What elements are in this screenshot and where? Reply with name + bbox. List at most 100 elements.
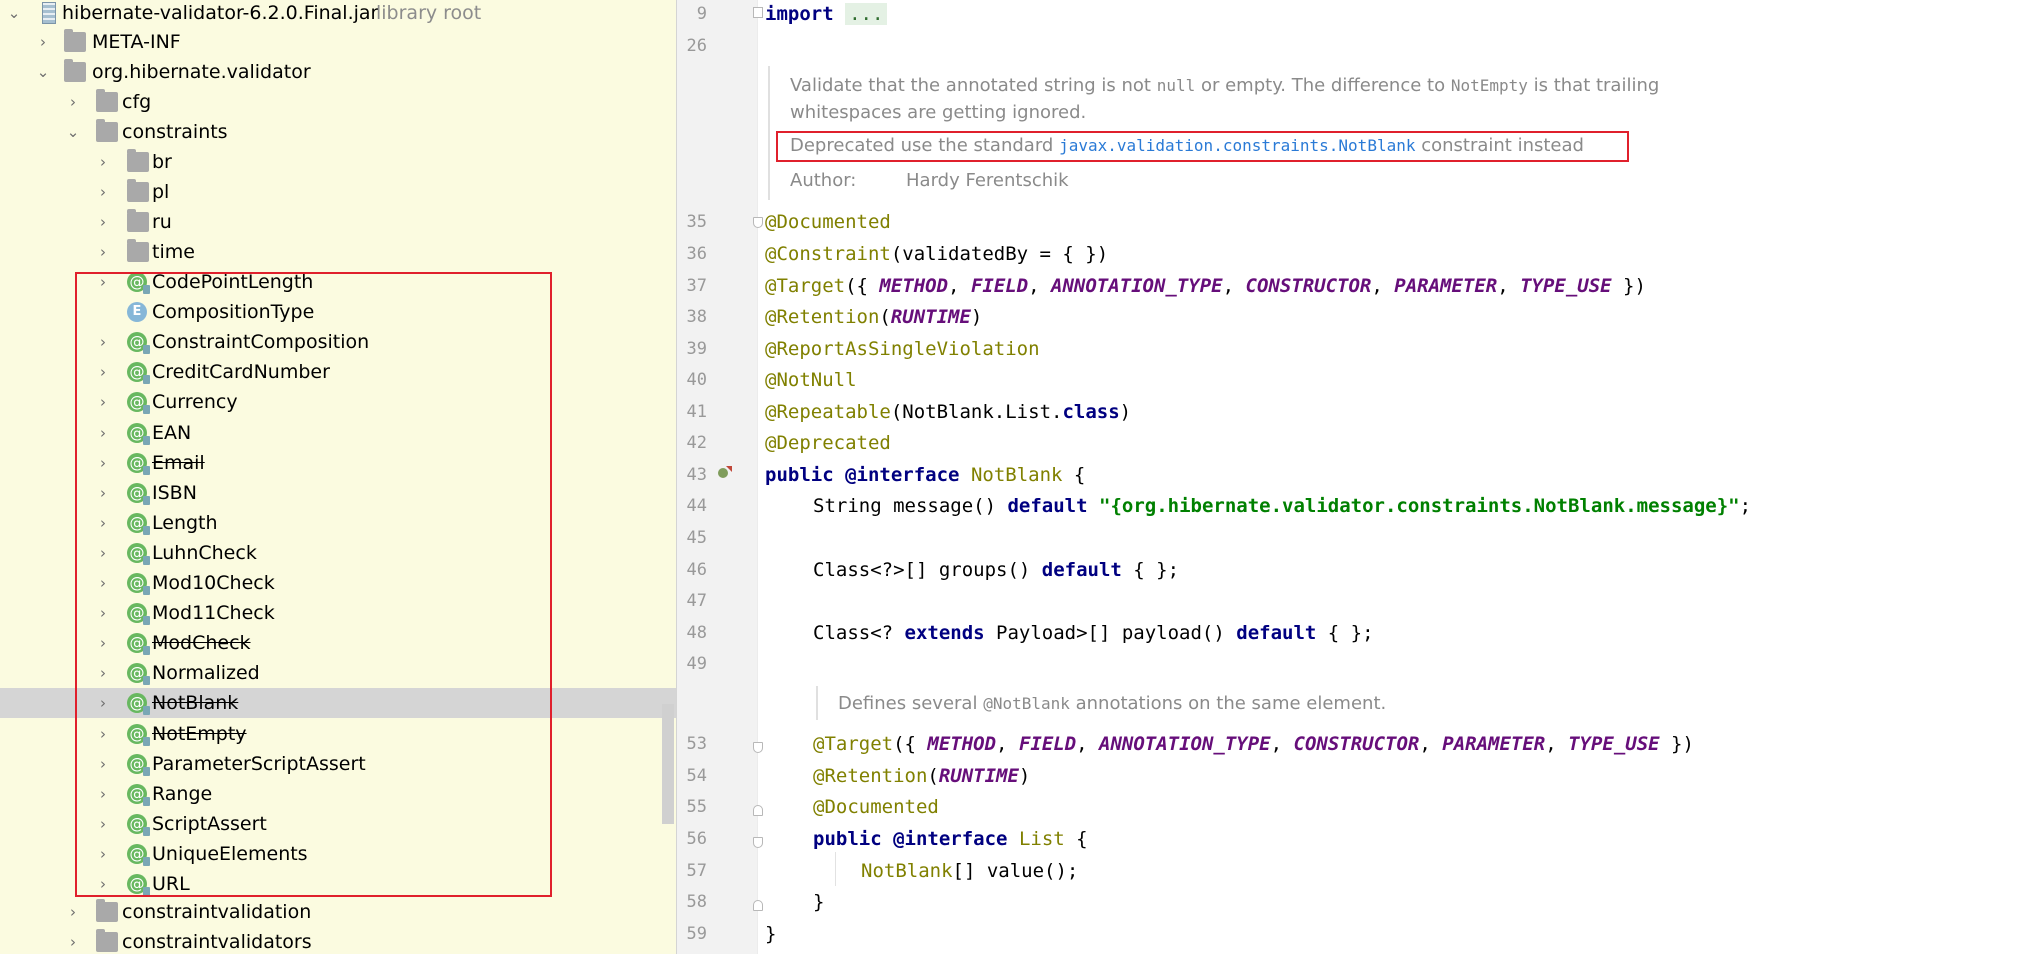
fold-end-icon[interactable] (753, 805, 763, 816)
code-token: { (1064, 828, 1088, 850)
code-line-57[interactable]: NotBlank[] value(); (861, 855, 1078, 887)
code-line-46[interactable]: Class<?>[] groups() default { }; (813, 554, 1179, 586)
tree-node-package[interactable]: ⌄ org.hibernate.validator (0, 57, 676, 87)
fold-start-icon[interactable] (753, 742, 763, 753)
code-token: { }; (1316, 622, 1374, 644)
line-number: 45 (686, 528, 707, 548)
code-line-39[interactable]: @ReportAsSingleViolation (765, 333, 1040, 365)
annotation-token: @Target (765, 275, 846, 297)
tree-node-label: cfg (122, 91, 152, 113)
chevron-right-icon[interactable]: › (93, 207, 113, 237)
line-number: 48 (686, 623, 707, 643)
code-token: }) (1659, 733, 1694, 755)
annotation-token: @Retention (765, 306, 880, 328)
line-number: 57 (686, 861, 707, 881)
chevron-right-icon[interactable]: › (63, 927, 83, 954)
code-line-54[interactable]: @Retention(RUNTIME) (813, 760, 1030, 792)
tree-node-ru[interactable]: › ru (0, 207, 676, 237)
chevron-right-icon[interactable]: › (93, 147, 113, 177)
annotation-token: @Deprecated (765, 432, 891, 454)
folded-imports[interactable]: ... (845, 3, 888, 25)
chevron-down-icon[interactable]: ⌄ (33, 57, 53, 87)
fold-end-icon[interactable] (753, 900, 763, 911)
string-literal: "{org.hibernate.validator.constraints.No… (1099, 495, 1740, 517)
tree-node-constraints[interactable]: ⌄ constraints (0, 117, 676, 147)
line-number: 55 (686, 797, 707, 817)
line-number: 43 (686, 465, 707, 485)
code-line-44[interactable]: String message() default "{org.hibernate… (813, 490, 1751, 522)
line-number: 36 (686, 244, 707, 264)
constant-token: PARAMETER (1442, 733, 1546, 755)
folder-icon (64, 29, 86, 52)
code-line-40[interactable]: @NotNull (765, 364, 857, 396)
code-token: String message() (813, 495, 1008, 517)
fold-start-icon[interactable] (753, 217, 763, 228)
code-token: , (1419, 733, 1443, 755)
tree-node-meta-inf[interactable]: › META-INF (0, 27, 676, 57)
chevron-down-icon[interactable]: ⌄ (4, 0, 24, 28)
doc-author-name: Hardy Ferentschik (906, 170, 1069, 191)
folder-icon (96, 119, 118, 142)
code-line-58[interactable]: } (813, 886, 824, 918)
folder-icon (96, 89, 118, 112)
line-number: 58 (686, 892, 707, 912)
tree-node-constraintvalidation[interactable]: › constraintvalidation (0, 897, 676, 927)
code-line-9[interactable]: import ... (765, 0, 888, 30)
chevron-right-icon[interactable]: › (63, 87, 83, 117)
code-line-43[interactable]: public @interface NotBlank { (765, 459, 1085, 491)
tree-node-label: ru (152, 211, 172, 233)
doc-comment-bar (768, 66, 770, 200)
doc-text: Defines several (838, 693, 984, 714)
code-line-41[interactable]: @Repeatable(NotBlank.List.class) (765, 396, 1131, 428)
tree-node-br[interactable]: › br (0, 147, 676, 177)
code-line-38[interactable]: @Retention(RUNTIME) (765, 301, 982, 333)
tree-node-constraintvalidators[interactable]: › constraintvalidators (0, 927, 676, 954)
code-line-59[interactable]: } (765, 918, 776, 950)
constant-token: CONSTRUCTOR (1293, 733, 1420, 755)
annotation-token: @ReportAsSingleViolation (765, 338, 1040, 360)
chevron-right-icon[interactable]: › (93, 177, 113, 207)
tree-scrollbar-thumb[interactable] (662, 704, 674, 824)
chevron-right-icon[interactable]: › (63, 897, 83, 927)
code-token: NotBlank.List. (902, 401, 1063, 423)
code-line-55[interactable]: @Documented (813, 791, 939, 823)
project-tree: ⌄ hibernate-validator-6.2.0.Final.jar li… (0, 0, 676, 954)
code-line-37[interactable]: @Target({ METHOD, FIELD, ANNOTATION_TYPE… (765, 270, 1646, 302)
highlight-box (776, 131, 1629, 162)
code-line-35[interactable]: @Documented (765, 206, 891, 238)
code-token: Payload>[] payload() (984, 622, 1237, 644)
tree-node-pl[interactable]: › pl (0, 177, 676, 207)
chevron-right-icon[interactable]: › (93, 237, 113, 267)
tree-node-jar-root[interactable]: ⌄ hibernate-validator-6.2.0.Final.jar li… (0, 0, 676, 28)
jar-icon (42, 2, 56, 24)
folder-icon (127, 239, 149, 262)
tree-node-label: pl (152, 181, 170, 203)
code-token: } (765, 923, 777, 945)
code-line-42[interactable]: @Deprecated (765, 427, 891, 459)
fold-expand-icon[interactable] (753, 7, 763, 18)
code-line-56[interactable]: public @interface List { (813, 823, 1088, 855)
tree-node-time[interactable]: › time (0, 237, 676, 267)
keyword: import (765, 3, 834, 25)
tree-node-label: time (152, 241, 195, 263)
code-token: ( (890, 401, 903, 423)
code-line-36[interactable]: @Constraint(validatedBy = { }) (765, 238, 1108, 270)
chevron-down-icon[interactable]: ⌄ (63, 117, 83, 147)
annotation-token: @Documented (765, 211, 891, 233)
implementation-marker-icon[interactable] (717, 464, 733, 480)
code-line-53[interactable]: @Target({ METHOD, FIELD, ANNOTATION_TYPE… (813, 728, 1694, 760)
constant-token: RUNTIME (938, 765, 1019, 787)
chevron-right-icon[interactable]: › (33, 27, 53, 57)
keyword: extends (904, 622, 985, 644)
tree-node-label: constraints (122, 121, 228, 143)
tree-node-label: org.hibernate.validator (92, 61, 311, 83)
code-token: , (996, 733, 1019, 755)
keyword: default (1007, 495, 1088, 517)
keyword: class (1062, 401, 1120, 423)
fold-start-icon[interactable] (753, 837, 763, 848)
tree-node-cfg[interactable]: › cfg (0, 87, 676, 117)
code-line-48[interactable]: Class<? extends Payload>[] payload() def… (813, 617, 1374, 649)
line-number: 44 (686, 496, 707, 516)
folder-icon (127, 209, 149, 232)
folder-icon (127, 149, 149, 172)
